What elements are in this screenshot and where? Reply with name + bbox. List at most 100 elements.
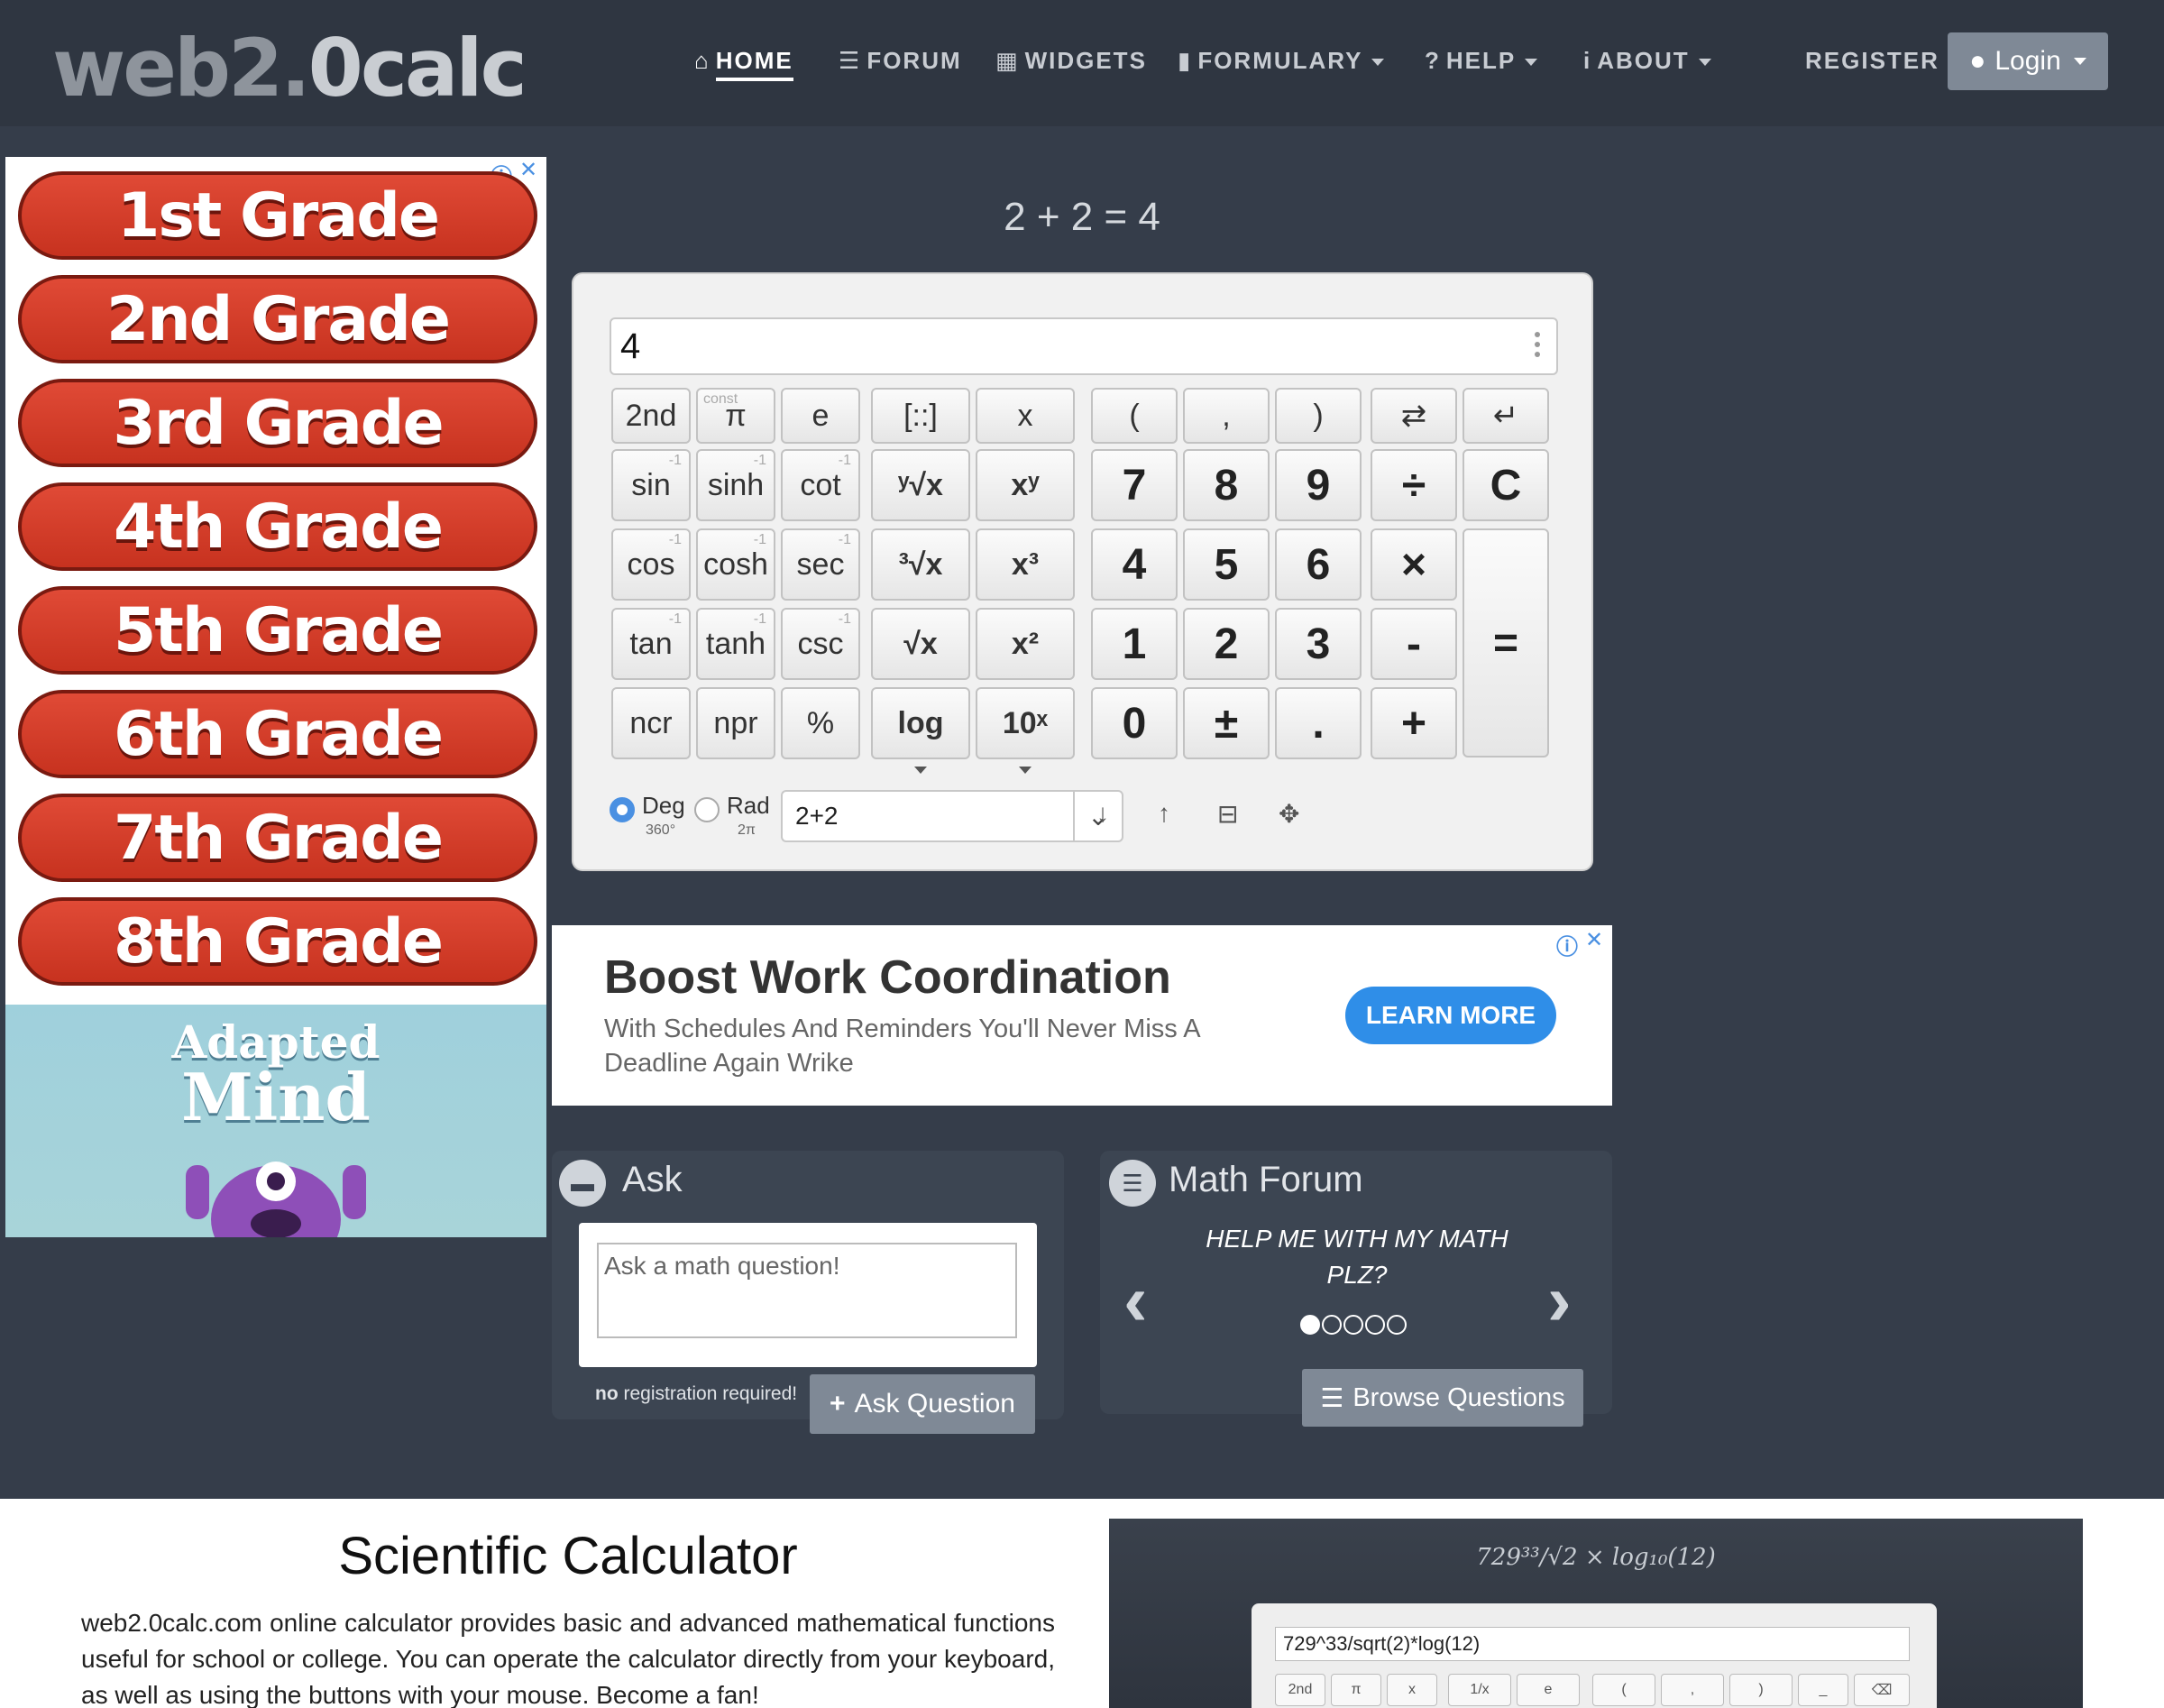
key-sinh[interactable]: -1 sinh <box>696 449 775 521</box>
key-cot[interactable]: -1 cot <box>781 449 860 521</box>
preview-calculator: 729^33/sqrt(2)*log(12) 2nd π x 1/x e ( ,… <box>1252 1603 1937 1708</box>
ask-box: Ask a math question! <box>579 1223 1037 1367</box>
ad-info-icon[interactable]: ⓘ <box>1556 929 1578 960</box>
preview-key: π <box>1331 1674 1381 1706</box>
learn-more-button[interactable]: LEARN MORE <box>1345 987 1556 1044</box>
kebab-menu-icon[interactable] <box>1535 332 1540 362</box>
key-log[interactable]: log <box>871 687 970 774</box>
grade-button[interactable]: 3rd Grade <box>18 379 537 467</box>
key-const-pi[interactable]: const π <box>696 388 775 444</box>
deg-radio[interactable] <box>610 797 635 822</box>
key-cuberoot[interactable]: ³√x <box>871 528 970 601</box>
key-decimal[interactable]: . <box>1275 687 1362 759</box>
preview-key: , <box>1661 1674 1724 1706</box>
key-xcube[interactable]: x³ <box>976 528 1075 601</box>
nav-register[interactable]: REGISTER <box>1805 47 1939 75</box>
ad-close-icon[interactable]: ✕ <box>1585 927 1603 953</box>
banner-ad[interactable]: ⓘ ✕ Boost Work Coordination With Schedul… <box>552 925 1612 1106</box>
nav-forum[interactable]: ☰ FORUM <box>839 47 962 75</box>
plus-icon: + <box>830 1389 846 1419</box>
left-ad[interactable]: ⓘ ✕ 1st Grade 2nd Grade 3rd Grade 4th Gr… <box>5 157 546 1237</box>
nav-help[interactable]: ? HELP <box>1425 47 1538 75</box>
ask-question-button[interactable]: + Ask Question <box>810 1374 1035 1434</box>
chevron-right-icon[interactable]: › <box>1547 1259 1572 1342</box>
key-9[interactable]: 9 <box>1275 449 1362 521</box>
key-lparen[interactable]: ( <box>1091 388 1178 444</box>
carousel-dots[interactable] <box>1300 1315 1408 1339</box>
key-3[interactable]: 3 <box>1275 608 1362 680</box>
key-multiply[interactable]: × <box>1371 528 1457 601</box>
nav-widgets[interactable]: ▦ WIDGETS <box>995 47 1147 75</box>
move-icon[interactable]: ✥ <box>1279 799 1299 829</box>
key-cos[interactable]: -1 cos <box>611 528 691 601</box>
key-percent[interactable]: % <box>781 687 860 759</box>
grade-button[interactable]: 7th Grade <box>18 794 537 882</box>
key-2[interactable]: 2 <box>1183 608 1270 680</box>
key-swap[interactable]: ⇄ <box>1371 388 1457 444</box>
chevron-left-icon[interactable]: ‹ <box>1123 1259 1148 1342</box>
key-x[interactable]: x <box>976 388 1075 444</box>
key-yroot[interactable]: ʸ√x <box>871 449 970 521</box>
rad-sublabel: 2π <box>738 822 756 838</box>
key-xsquare[interactable]: x² <box>976 608 1075 680</box>
key-xpow[interactable]: xʸ <box>976 449 1075 521</box>
key-tanh[interactable]: -1 tanh <box>696 608 775 680</box>
memory-icon[interactable]: ⊟ <box>1217 799 1238 829</box>
grade-button[interactable]: 6th Grade <box>18 690 537 778</box>
key-plusminus[interactable]: ± <box>1183 687 1270 759</box>
key-minus[interactable]: - <box>1371 608 1457 680</box>
nav-formulary[interactable]: ▮ FORMULARY <box>1178 47 1385 75</box>
key-2nd[interactable]: 2nd <box>611 388 691 444</box>
key-10x[interactable]: 10ˣ <box>976 687 1075 774</box>
key-sqrt[interactable]: √x <box>871 608 970 680</box>
nav-home[interactable]: ⌂ HOME <box>694 47 793 81</box>
ask-question-textarea[interactable]: Ask a math question! <box>597 1243 1017 1338</box>
calculator-preview: 729³³/√2 × log₁₀(12) 729^33/sqrt(2)*log(… <box>1109 1519 2083 1708</box>
key-comma[interactable]: , <box>1183 388 1270 444</box>
arrow-up-icon[interactable]: ↑ <box>1158 799 1170 828</box>
banner-title: Boost Work Coordination <box>604 951 1171 1004</box>
home-icon: ⌂ <box>694 47 711 74</box>
login-button[interactable]: ● Login <box>1948 32 2108 90</box>
key-rparen[interactable]: ) <box>1275 388 1362 444</box>
preview-key: _ <box>1798 1674 1848 1706</box>
key-sin[interactable]: -1 sin <box>611 449 691 521</box>
key-4[interactable]: 4 <box>1091 528 1178 601</box>
key-divide[interactable]: ÷ <box>1371 449 1457 521</box>
site-logo[interactable]: web2.0calc <box>52 22 527 115</box>
grade-button[interactable]: 8th Grade <box>18 897 537 986</box>
key-csc[interactable]: -1 csc <box>781 608 860 680</box>
grade-button[interactable]: 1st Grade <box>18 171 537 260</box>
history-select[interactable]: 2+2 <box>781 790 1075 842</box>
calendar-icon: ▦ <box>995 47 1020 74</box>
key-backspace[interactable]: ↵ <box>1463 388 1549 444</box>
key-6[interactable]: 6 <box>1275 528 1362 601</box>
key-5[interactable]: 5 <box>1183 528 1270 601</box>
key-sec[interactable]: -1 sec <box>781 528 860 601</box>
nav-about[interactable]: i ABOUT <box>1583 47 1711 75</box>
forum-question-link[interactable]: HELP ME WITH MY MATH PLZ? <box>1190 1221 1524 1293</box>
grade-button[interactable]: 4th Grade <box>18 482 537 571</box>
key-clear[interactable]: C <box>1463 449 1549 521</box>
arrow-down-icon[interactable]: ↓ <box>1096 799 1109 828</box>
key-npr[interactable]: npr <box>696 687 775 759</box>
rad-radio[interactable] <box>694 797 720 822</box>
key-8[interactable]: 8 <box>1183 449 1270 521</box>
key-tan[interactable]: -1 tan <box>611 608 691 680</box>
key-equals[interactable]: = <box>1463 528 1549 758</box>
key-ncr[interactable]: ncr <box>611 687 691 759</box>
key-cosh[interactable]: -1 cosh <box>696 528 775 601</box>
grade-button[interactable]: 5th Grade <box>18 586 537 675</box>
key-1[interactable]: 1 <box>1091 608 1178 680</box>
grade-button[interactable]: 2nd Grade <box>18 275 537 363</box>
key-plus[interactable]: + <box>1371 687 1457 759</box>
key-7[interactable]: 7 <box>1091 449 1178 521</box>
ad-close-icon[interactable]: ✕ <box>519 157 537 183</box>
swap-icon: ⇄ <box>1400 399 1427 433</box>
calculator-display[interactable]: 4 <box>610 317 1558 375</box>
key-e[interactable]: e <box>781 388 860 444</box>
calculator: 4 2nd const π e [::] x ( , ) ⇄ ↵ -1 sin -1… <box>572 272 1593 871</box>
browse-questions-button[interactable]: ☰ Browse Questions <box>1302 1369 1583 1427</box>
key-0[interactable]: 0 <box>1091 687 1178 759</box>
key-matrix[interactable]: [::] <box>871 388 970 444</box>
